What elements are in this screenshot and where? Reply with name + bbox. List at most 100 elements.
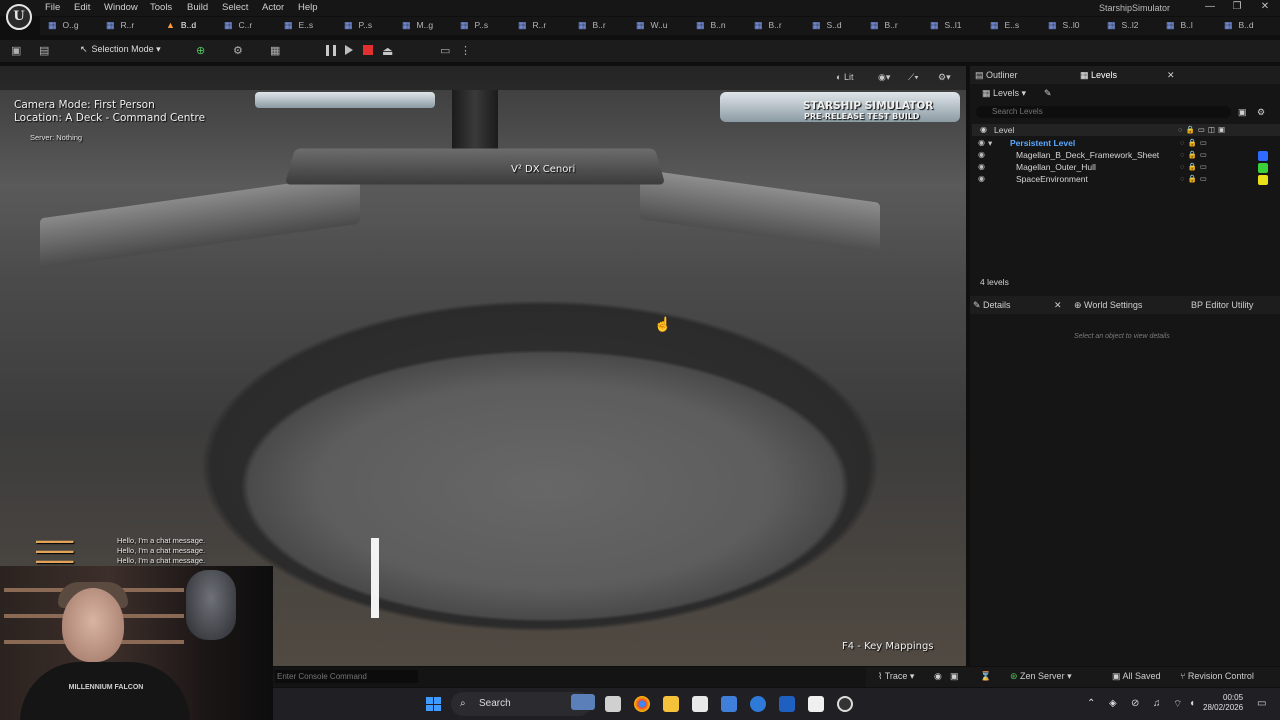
tray-chevron-icon[interactable]: ⌃ (1087, 698, 1095, 709)
level-controls-icon[interactable]: ◌🔒▭ (1180, 162, 1210, 171)
editor-tab[interactable]: ▦ E..s (284, 20, 313, 34)
levels-dropdown[interactable]: ▦ Levels ▾ (982, 88, 1026, 99)
notification-icon[interactable]: ▭ (1257, 698, 1266, 709)
wifi-icon[interactable]: ⌔ (1173, 698, 1182, 711)
add-level-icon[interactable]: ▣ (1238, 107, 1247, 118)
visibility-icon[interactable]: ◉ (978, 138, 985, 147)
revision-control-button[interactable]: ⑂ Revision Control (1180, 671, 1254, 681)
level-row[interactable]: ◉ Magellan_Outer_Hull ◌🔒▭ (972, 162, 1280, 174)
editor-tab[interactable]: ▦ C..r (224, 20, 252, 34)
eject-button[interactable]: ⏏ (382, 44, 393, 58)
editor-tab[interactable]: ▦ S..l1 (930, 20, 962, 34)
step-frame-button[interactable] (345, 45, 353, 55)
editor-tab-active[interactable]: ▲ B..d (166, 20, 196, 34)
all-saved-button[interactable]: ▣ All Saved (1112, 671, 1161, 682)
unreal-taskbar-icon[interactable] (837, 696, 853, 712)
editor-tab[interactable]: ▦ W..u (636, 20, 668, 34)
editor-tab[interactable]: ▦ B..r (578, 20, 606, 34)
menu-build[interactable]: Build (187, 2, 208, 13)
editor-tab[interactable]: ▦ S..l2 (1107, 20, 1139, 34)
tray-app-icon[interactable]: ◈ (1109, 698, 1117, 709)
platforms-icon[interactable]: ▭ (440, 44, 450, 57)
trace-button[interactable]: ⌇ Trace ▾ (878, 671, 914, 682)
editor-tab[interactable]: ▦ P..s (344, 20, 372, 34)
widget-icon[interactable] (571, 694, 595, 710)
file-explorer-icon[interactable] (663, 696, 679, 712)
visibility-icon[interactable]: ◉ (978, 150, 985, 159)
record-icon[interactable]: ◉ (934, 671, 942, 682)
tray-app-icon[interactable]: ⊘ (1131, 698, 1139, 709)
level-controls-icon[interactable]: ◌🔒▭ (1180, 138, 1210, 147)
editor-tab[interactable]: ▦ B..n (696, 20, 726, 34)
menu-edit[interactable]: Edit (74, 2, 90, 13)
level-controls-icon[interactable]: ◌🔒▭ (1180, 174, 1210, 183)
editor-tab[interactable]: ▦ S..l0 (1048, 20, 1080, 34)
expand-chevron-icon[interactable]: ▾ (988, 138, 992, 149)
calculator-icon[interactable] (721, 696, 737, 712)
editor-tab[interactable]: ▦ R..r (518, 20, 546, 34)
save-icon[interactable]: ▣ (11, 44, 21, 57)
show-flags-icon[interactable]: ◉▾ (878, 72, 890, 83)
notepad-icon[interactable] (808, 696, 824, 712)
zen-server-button[interactable]: ⊛ Zen Server ▾ (1010, 671, 1072, 682)
menu-window[interactable]: Window (104, 2, 138, 13)
maximize-icon[interactable]: ❐ (1230, 1, 1244, 12)
screenshot-icon[interactable]: ▣ (950, 671, 959, 682)
lit-mode-button[interactable]: ◐ Lit (836, 72, 853, 82)
level-row[interactable]: ◉ ▾ Persistent Level ◌🔒▭ (972, 138, 1280, 150)
derived-data-icon[interactable]: ⌛ (980, 671, 991, 682)
perspective-icon[interactable]: ⟋▾ (908, 72, 919, 83)
editor-tab[interactable]: ▦ B..l (1166, 20, 1193, 34)
level-color-swatch[interactable] (1258, 175, 1268, 185)
minimize-icon[interactable]: — (1203, 1, 1217, 12)
editor-tab[interactable]: ▦ P..s (460, 20, 488, 34)
volume-icon[interactable]: ◖ (1189, 698, 1195, 709)
editor-tab[interactable]: ▦ M..g (402, 20, 433, 34)
level-color-swatch[interactable] (1258, 151, 1268, 161)
add-actor-icon[interactable]: ⊕ (196, 44, 205, 57)
menu-tools[interactable]: Tools (150, 2, 172, 13)
app-icon[interactable] (692, 696, 708, 712)
viewport-settings-icon[interactable]: ⚙▾ (938, 72, 951, 83)
microphone-icon[interactable]: ♫ (1153, 698, 1161, 709)
editor-tab[interactable]: ▦ B..r (754, 20, 782, 34)
app-icon[interactable] (750, 696, 766, 712)
editor-tab[interactable]: ▦ O..g (48, 20, 79, 34)
close-icon[interactable]: ✕ (1258, 1, 1272, 12)
level-color-swatch[interactable] (1258, 163, 1268, 173)
levels-search-input[interactable] (976, 106, 1231, 118)
task-view-icon[interactable] (605, 696, 621, 712)
close-icon[interactable]: ✕ (1167, 70, 1175, 81)
clock[interactable]: 00:05 28/02/2026 (1203, 693, 1243, 713)
menu-actor[interactable]: Actor (262, 2, 284, 13)
windows-start-icon[interactable] (426, 697, 441, 711)
tab-bp-editor-utility[interactable]: BP Editor Utility (1191, 300, 1253, 310)
cinematics-icon[interactable]: ▦ (270, 44, 280, 57)
level-row[interactable]: ◉ Magellan_B_Deck_Framework_Sheet ◌🔒▭ (972, 150, 1280, 162)
editor-tab[interactable]: ▦ B..d (1224, 20, 1254, 34)
menu-help[interactable]: Help (298, 2, 318, 13)
editor-tab[interactable]: ▦ R..r (106, 20, 134, 34)
editor-tab[interactable]: ▦ B..r (870, 20, 898, 34)
close-icon[interactable]: ✕ (1054, 300, 1062, 311)
tab-outliner[interactable]: ▤ Outliner (975, 70, 1018, 81)
content-browser-icon[interactable]: ▤ (39, 44, 49, 57)
unreal-logo-icon[interactable]: U (6, 4, 32, 30)
stop-button[interactable] (363, 45, 373, 55)
console-command-input[interactable] (275, 670, 418, 683)
menu-file[interactable]: File (45, 2, 60, 13)
settings-gear-icon[interactable]: ⚙ (1257, 107, 1265, 118)
editor-tab[interactable]: ▦ S..d (812, 20, 842, 34)
editor-tab[interactable]: ▦ E..s (990, 20, 1019, 34)
blueprint-icon[interactable]: ⚙ (233, 44, 243, 57)
visibility-icon[interactable]: ◉ (978, 174, 985, 183)
tab-world-settings[interactable]: ⊕ World Settings (1074, 300, 1142, 311)
taskbar-search[interactable]: ⌕ Search (451, 692, 591, 716)
level-controls-icon[interactable]: ◌🔒▭ (1180, 150, 1210, 159)
selection-mode-dropdown[interactable]: ↖ Selection Mode ▾ (80, 44, 161, 55)
pause-button[interactable] (326, 45, 336, 56)
more-options-icon[interactable]: ⋮ (460, 44, 471, 57)
visibility-icon[interactable]: ◉ (978, 162, 985, 171)
chrome-icon[interactable] (634, 696, 650, 712)
app-icon[interactable] (779, 696, 795, 712)
